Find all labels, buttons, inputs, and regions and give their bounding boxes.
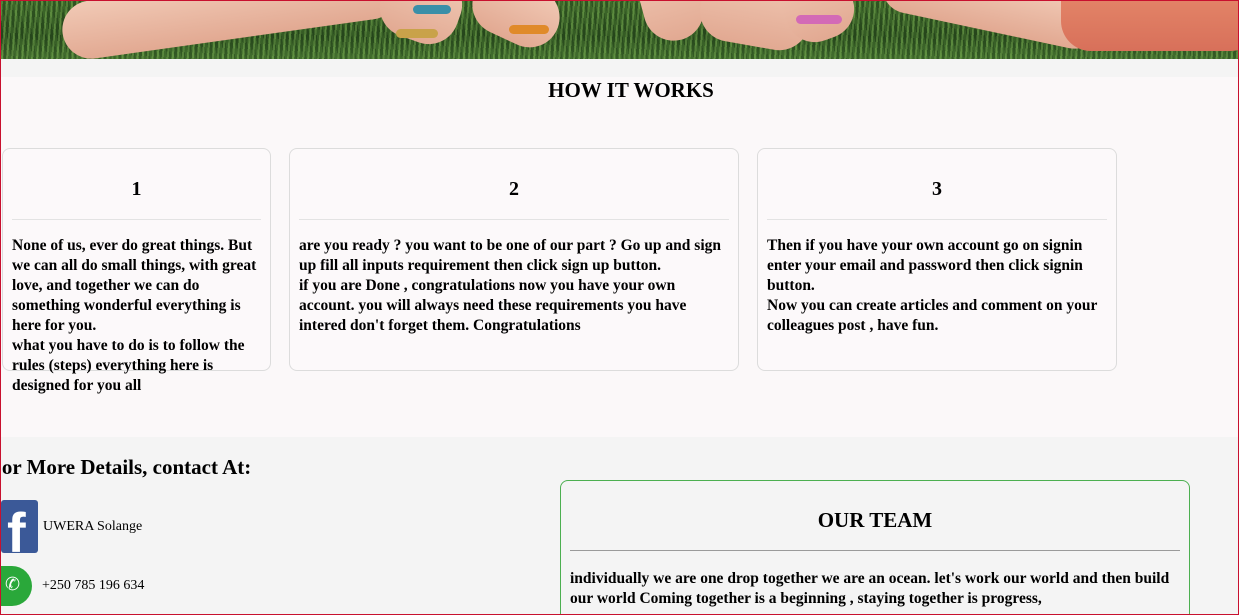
contact-heading: For More Details, contact At: [0,455,252,479]
contact-whatsapp[interactable]: ✆ +250 785 196 634 [1,566,144,606]
step-paragraph: None of us, ever do great things. But we… [12,237,257,334]
facebook-icon[interactable]: f [1,500,38,553]
step-number: 1 [131,178,142,200]
step-paragraph: Then if you have your own account go on … [767,237,1083,294]
step-paragraph: are you ready ? you want to be one of ou… [299,237,721,274]
step-number: 2 [509,178,519,200]
page: HOW IT WORKS 1 None of us, ever do great… [0,0,1239,615]
contact-facebook[interactable]: f UWERA Solange [1,500,142,553]
how-it-works-section: HOW IT WORKS 1 None of us, ever do great… [1,77,1238,437]
step-paragraph: if you are Done , congratulations now yo… [299,277,687,334]
whatsapp-icon[interactable]: ✆ [1,566,32,606]
step-card-2: 2 are you ready ? you want to be one of … [289,148,739,371]
how-it-works-title: HOW IT WORKS [548,78,714,102]
facebook-contact-name: UWERA Solange [43,518,143,534]
hero-image [1,1,1238,59]
step-card-3: 3 Then if you have your own account go o… [757,148,1117,371]
our-team-box: OUR TEAM individually we are one drop to… [560,480,1190,614]
step-text: None of us, ever do great things. But we… [3,220,270,396]
divider [570,550,1180,551]
step-number: 3 [932,178,942,200]
whatsapp-phone-number: +250 785 196 634 [42,578,145,593]
step-paragraph: what you have to do is to follow the rul… [12,337,245,394]
step-card-1: 1 None of us, ever do great things. But … [2,148,271,394]
our-team-text: individually we are one drop together we… [570,570,1170,607]
our-team-title: OUR TEAM [817,508,933,532]
step-paragraph: Now you can create articles and comment … [767,297,1098,334]
step-text: Then if you have your own account go on … [758,220,1116,336]
step-text: are you ready ? you want to be one of ou… [290,220,738,336]
